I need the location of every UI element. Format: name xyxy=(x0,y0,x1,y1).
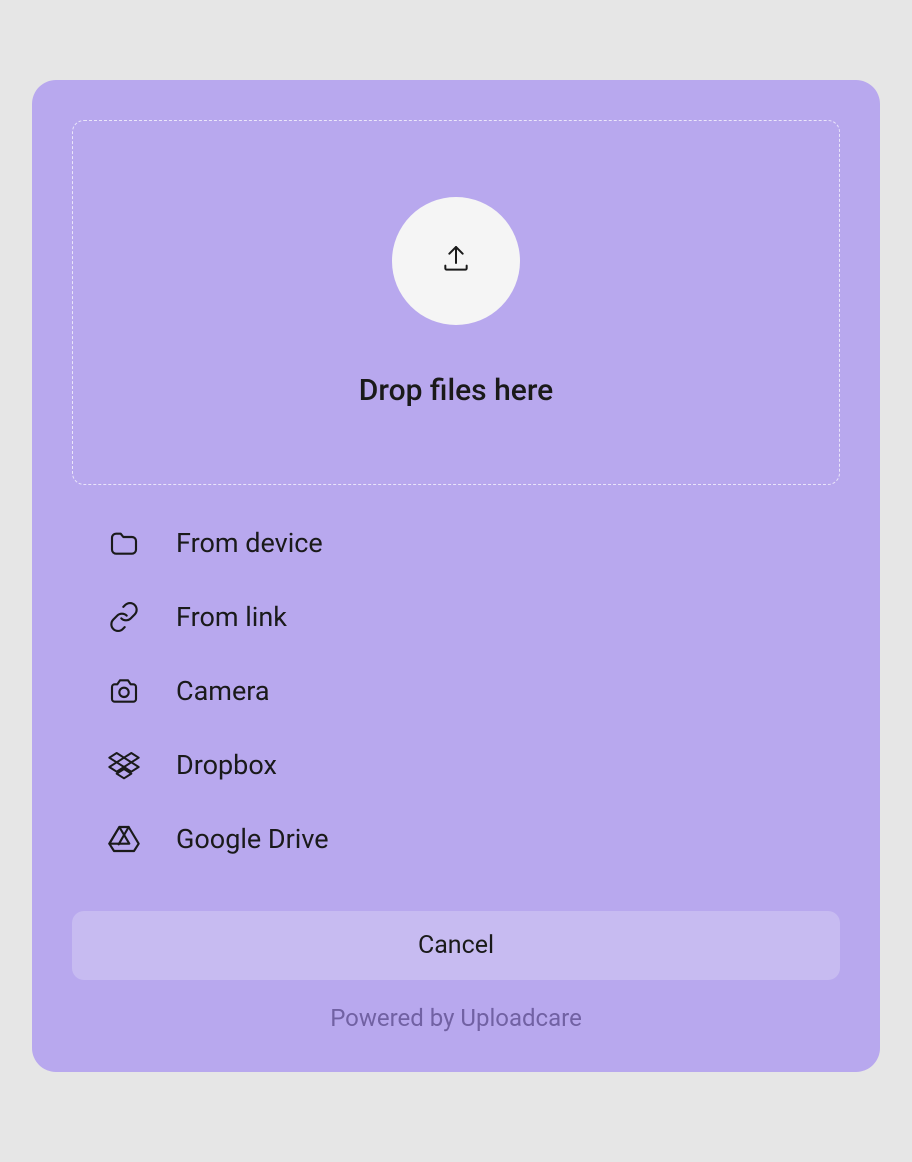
upload-circle[interactable] xyxy=(392,197,520,325)
dropzone-label: Drop files here xyxy=(359,373,553,408)
cancel-button[interactable]: Cancel xyxy=(72,911,840,980)
upload-modal: Drop files here From device From link xyxy=(32,80,880,1072)
source-from-device[interactable]: From device xyxy=(108,527,804,559)
source-label: From link xyxy=(176,601,287,633)
link-icon xyxy=(108,601,140,633)
source-camera[interactable]: Camera xyxy=(108,675,804,707)
camera-icon xyxy=(108,675,140,707)
source-label: Google Drive xyxy=(176,823,329,855)
source-google-drive[interactable]: Google Drive xyxy=(108,823,804,855)
source-dropbox[interactable]: Dropbox xyxy=(108,749,804,781)
powered-by-label: Powered by Uploadcare xyxy=(72,1004,840,1032)
dropbox-icon xyxy=(108,749,140,781)
source-label: Camera xyxy=(176,675,270,707)
folder-icon xyxy=(108,527,140,559)
file-dropzone[interactable]: Drop files here xyxy=(72,120,840,485)
source-list: From device From link Camera xyxy=(72,485,840,855)
source-label: From device xyxy=(176,527,323,559)
google-drive-icon xyxy=(108,823,140,855)
upload-icon xyxy=(440,243,472,279)
source-label: Dropbox xyxy=(176,749,277,781)
source-from-link[interactable]: From link xyxy=(108,601,804,633)
